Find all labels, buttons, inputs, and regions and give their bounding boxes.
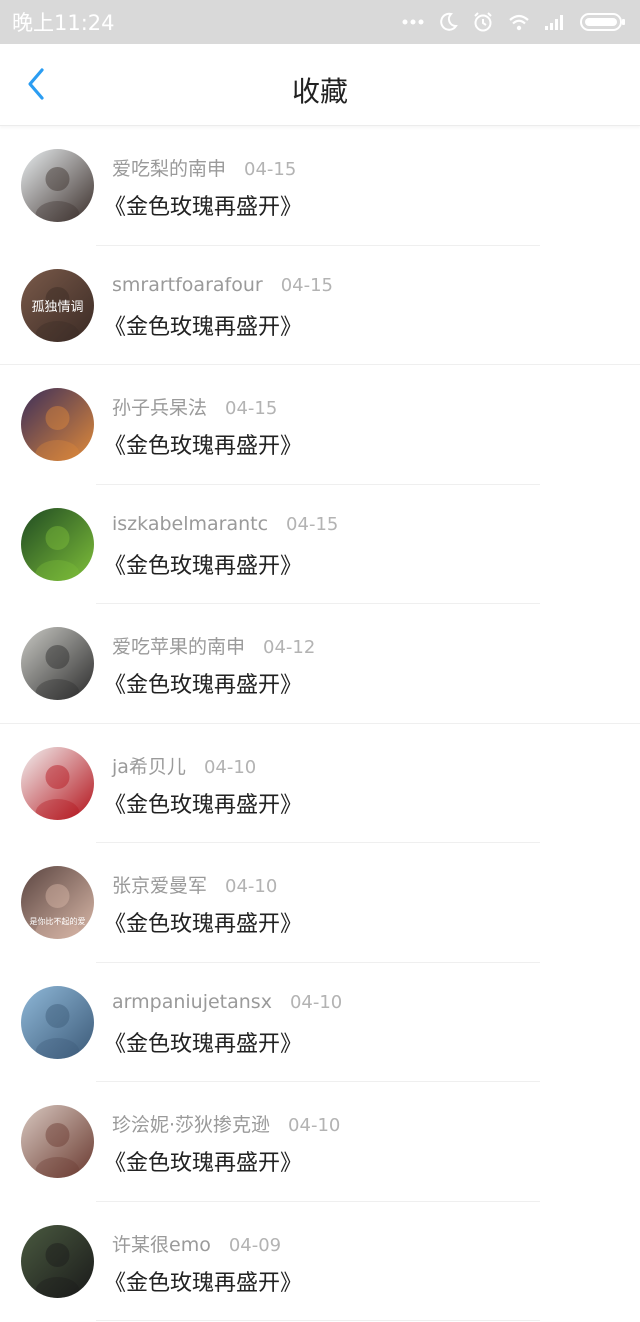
date: 04-10 (225, 876, 278, 897)
item-meta: iszkabelmarantc 04-15 (112, 513, 338, 535)
avatar-caption: 孤独情调 (31, 300, 83, 315)
date: 04-15 (286, 513, 339, 535)
list-item[interactable]: armpaniujetansx 04-10 《金色玫瑰再盛开》 (0, 963, 640, 1082)
nav-bar: 收藏 (0, 44, 640, 126)
item-meta: 爱吃苹果的南申 04-12 (112, 632, 315, 659)
date: 04-15 (244, 159, 297, 180)
post-title[interactable]: 《金色玫瑰再盛开》 (104, 1026, 302, 1058)
username[interactable]: iszkabelmarantc (112, 513, 268, 535)
date: 04-10 (289, 991, 343, 1013)
post-title[interactable]: 《金色玫瑰再盛开》 (104, 548, 302, 580)
list-item[interactable]: 爱吃梨的南申 04-15 《金色玫瑰再盛开》 (0, 126, 640, 246)
item-meta: smrartfoarafour 04-15 (112, 274, 333, 296)
list-item[interactable]: 孙子兵杲法 04-15 《金色玫瑰再盛开》 (0, 365, 640, 485)
date: 04-12 (263, 637, 316, 658)
date: 04-15 (280, 274, 334, 296)
list-item[interactable]: ja希贝儿 04-10 《金色玫瑰再盛开》 (0, 724, 640, 843)
avatar[interactable] (21, 627, 94, 700)
moon-icon (438, 12, 458, 32)
avatar[interactable] (21, 1224, 94, 1298)
status-time: 晚上11:24 (12, 11, 115, 35)
post-title[interactable]: 《金色玫瑰再盛开》 (104, 1265, 302, 1297)
item-meta: 许某很emo 04-09 (112, 1230, 281, 1257)
avatar[interactable] (21, 149, 94, 222)
post-title[interactable]: 《金色玫瑰再盛开》 (104, 1145, 302, 1177)
favorites-list: 爱吃梨的南申 04-15 《金色玫瑰再盛开》 孤独情调 smrartfoarafour 0… (0, 126, 640, 1321)
status-icons (402, 11, 626, 33)
post-title[interactable]: 《金色玫瑰再盛开》 (104, 787, 302, 819)
battery-icon (580, 12, 626, 32)
username[interactable]: 许某很emo (112, 1230, 211, 1257)
avatar[interactable] (21, 985, 94, 1059)
username[interactable]: 爱吃梨的南申 (112, 154, 226, 181)
item-meta: armpaniujetansx 04-10 (112, 991, 342, 1013)
list-item[interactable]: 珍浍妮·莎狄掺克逊 04-10 《金色玫瑰再盛开》 (0, 1082, 640, 1202)
avatar-caption: 是你比不起的爱 (30, 916, 86, 926)
signal-icon (544, 13, 566, 31)
avatar[interactable]: 是你比不起的爱 (21, 866, 94, 939)
avatar[interactable] (21, 1105, 94, 1178)
username[interactable]: ja希贝儿 (112, 752, 186, 779)
post-title[interactable]: 《金色玫瑰再盛开》 (104, 309, 302, 341)
date: 04-10 (203, 756, 257, 778)
username[interactable]: 孙子兵杲法 (112, 393, 207, 420)
list-item[interactable]: 爱吃苹果的南申 04-12 《金色玫瑰再盛开》 (0, 604, 640, 724)
alarm-icon (472, 11, 494, 33)
list-item[interactable]: iszkabelmarantc 04-15 《金色玫瑰再盛开》 (0, 485, 640, 604)
post-title[interactable]: 《金色玫瑰再盛开》 (104, 428, 302, 460)
username[interactable]: 张京爱曼军 (112, 871, 207, 898)
list-item[interactable]: 孤独情调 smrartfoarafour 04-15 《金色玫瑰再盛开》 (0, 246, 640, 365)
divider (96, 1320, 540, 1321)
item-meta: 爱吃梨的南申 04-15 (112, 154, 296, 181)
avatar[interactable] (21, 507, 94, 581)
username[interactable]: smrartfoarafour (112, 274, 263, 296)
list-item[interactable]: 许某很emo 04-09 《金色玫瑰再盛开》 (0, 1202, 640, 1321)
post-title[interactable]: 《金色玫瑰再盛开》 (104, 189, 302, 221)
username[interactable]: 爱吃苹果的南申 (112, 632, 245, 659)
username[interactable]: armpaniujetansx (112, 991, 272, 1013)
item-meta: 张京爱曼军 04-10 (112, 871, 277, 898)
item-meta: 珍浍妮·莎狄掺克逊 04-10 (112, 1110, 340, 1137)
avatar[interactable]: 孤独情调 (21, 268, 94, 342)
username[interactable]: 珍浍妮·莎狄掺克逊 (112, 1110, 270, 1137)
avatar[interactable] (21, 746, 94, 820)
item-meta: ja希贝儿 04-10 (112, 752, 256, 779)
post-title[interactable]: 《金色玫瑰再盛开》 (104, 667, 302, 699)
avatar[interactable] (21, 388, 94, 461)
status-bar: 晚上11:24 (0, 0, 640, 44)
item-meta: 孙子兵杲法 04-15 (112, 393, 277, 420)
date: 04-10 (288, 1115, 341, 1136)
list-item[interactable]: 是你比不起的爱 张京爱曼军 04-10 《金色玫瑰再盛开》 (0, 843, 640, 963)
post-title[interactable]: 《金色玫瑰再盛开》 (104, 906, 302, 938)
page-title: 收藏 (291, 75, 348, 108)
more-icon (402, 18, 424, 26)
date: 04-09 (228, 1234, 282, 1256)
date: 04-15 (225, 398, 278, 419)
wifi-icon (508, 13, 530, 31)
